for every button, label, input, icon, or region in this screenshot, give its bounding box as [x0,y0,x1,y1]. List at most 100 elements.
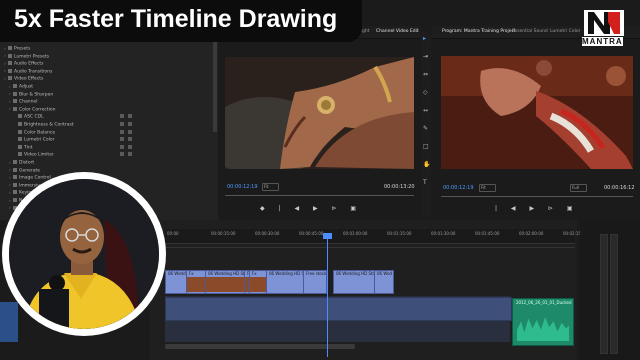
video-clip[interactable]: Fx [186,270,206,294]
audio-clip-music[interactable]: 2012_06_26_01_01_Ducked [512,298,574,346]
effects-item[interactable]: › Video Effects [4,76,43,82]
effects-item[interactable]: › Lumetri Presets [4,53,49,60]
source-timecode-in[interactable]: 00:00:12:19 [227,184,258,190]
track-target-a1[interactable] [0,302,18,342]
title-banner: 5x Faster Timeline Drawing [0,0,362,42]
source-timecode-out: 00:00:13:20 [384,184,415,190]
video-clip[interactable]: 06 Wedding HD Stock Vid [165,270,187,294]
effects-item-label: Generate [19,168,41,174]
ripple-edit-tool-icon[interactable]: ⇔ [423,72,429,78]
tab-program[interactable]: Program: Mantra Training Project [442,29,516,34]
audio-waveform [517,317,569,341]
source-video-frame[interactable] [225,57,414,169]
folder-icon [13,160,17,164]
tab-essential-sound[interactable]: Essential Sound [512,29,548,34]
program-transport-controls[interactable]: | ◀ ▶ ⊳ ▣ [495,205,579,212]
logo-text: MANTRA [582,37,623,46]
effects-item-label: Adjust [19,84,34,90]
effects-item[interactable]: Color Balance [14,129,132,136]
tab-channel-video-edit[interactable]: Channel Video Edit [376,29,419,34]
effects-item[interactable]: › Color Correction [9,106,55,113]
effects-item[interactable]: › Presets [4,46,30,52]
video-clip-label: 06 Wedding HD Stock Video [269,271,303,276]
clip-thumbnail [250,277,266,292]
effects-item-label: Channel [19,99,38,105]
video-clip-label: 06 Wedding HD Stock Video [208,271,245,276]
video-clip[interactable]: 06 Wedding HD Stock Video [266,270,304,294]
video-clip[interactable]: Free stock footage [303,270,327,294]
video-clip-label: Fx [189,271,194,276]
type-tool-icon[interactable]: T [423,180,429,186]
program-scrub-bar[interactable] [441,196,633,197]
effects-item[interactable]: › Generate [9,167,41,174]
program-quality-dropdown[interactable]: Full [570,184,587,192]
effects-item[interactable]: Video Limiter [14,152,132,158]
program-timecode-in[interactable]: 00:00:12:19 [443,185,474,191]
source-fit-dropdown[interactable]: Fit [262,183,279,191]
ruler-tick-label: 00:01:30:00 [431,231,456,236]
video-clip[interactable]: Fx [249,270,267,294]
program-fit-dropdown[interactable]: Fit [479,184,496,192]
hand-tool-icon[interactable]: ✋ [423,162,430,168]
video-clip-label: Free stock footage [306,271,327,276]
folder-icon [8,61,12,66]
ruler-tick-label: 00:00:45:00 [299,231,324,236]
selection-tool-icon[interactable]: ▸ [423,36,429,42]
logo-mark [584,10,624,36]
audio-clip-label: 2012_06_26_01_01_Ducked [516,300,572,305]
rectangle-tool-icon[interactable]: □ [423,144,429,150]
effects-item-label: Audio Transitions [14,69,53,75]
source-transport-controls[interactable]: ◆ | ◀ ▶ ⊳ ▣ [260,205,362,212]
audio-clip-a1[interactable] [165,297,512,321]
clip-thumbnail [206,277,244,292]
effects-item[interactable]: Lumetri Color [14,137,132,143]
ruler-tick-label: 00:01:45:00 [475,231,500,236]
video-clip[interactable]: 06 Wedding HD Stock Video [205,270,245,294]
effects-scrollbar[interactable] [213,42,217,132]
track-select-tool-icon[interactable]: ⇥ [423,54,429,60]
program-timecode-out: 00:00:16:12 [604,185,635,191]
folder-icon [13,106,17,111]
effects-item[interactable]: › Audio Transitions [4,68,53,75]
folder-icon [8,68,12,73]
effect-icon [18,144,22,149]
effects-item-label: Tint [24,145,33,151]
effects-item[interactable]: › Blur & Sharpen [9,91,54,98]
effects-item[interactable]: › Audio Effects [4,61,44,67]
folder-icon [8,53,12,58]
effects-item-label: Color Balance [24,130,56,136]
effect-icon [18,152,22,157]
effects-item[interactable]: Tint [14,144,132,151]
folder-icon [8,76,12,81]
accelerated-badge-icons [120,137,136,144]
effects-item[interactable]: › Adjust [9,84,33,90]
accelerated-badge-icons [120,144,136,152]
source-scrub-bar[interactable] [225,195,414,196]
audio-meters [580,220,640,360]
effect-icon [18,129,22,134]
ruler-tick-label: 00:00:30:00 [255,231,280,236]
timeline-ruler[interactable]: 00:00 00:00:15:00 00:00:30:00 00:00:45:00 00… [165,229,587,244]
slip-tool-icon[interactable]: ↔ [423,108,429,114]
pen-tool-icon[interactable]: ✎ [423,126,429,132]
video-clip[interactable]: 06 Wed [374,270,394,294]
razor-tool-icon[interactable]: ◇ [423,90,429,96]
effects-item-label: Blur & Sharpen [19,92,54,98]
effects-item[interactable]: Brightness & Contrast [14,122,132,128]
video-clip[interactable]: 06 Wedding HD Stock Video [333,270,375,294]
meter-right [610,234,618,354]
effects-item[interactable]: › Channel [9,99,37,105]
accelerated-badge-icons [120,129,136,137]
playhead-line[interactable] [327,237,328,357]
effect-icon [18,122,22,126]
presenter-image [9,179,159,329]
video-clip-label: Fx [252,271,257,276]
effects-item[interactable]: ASC CDL [14,114,132,120]
folder-icon [13,175,17,180]
tools-panel: ▸ ⇥ ⇔ ◇ ↔ ✎ □ ✋ T [421,32,431,217]
effects-item[interactable]: › Distort [9,160,34,166]
meter-left [600,234,608,354]
effects-item[interactable]: › Image Control [9,175,51,181]
program-video-frame[interactable] [441,56,633,169]
tab-lumetri-color[interactable]: Lumetri Color [550,29,580,34]
